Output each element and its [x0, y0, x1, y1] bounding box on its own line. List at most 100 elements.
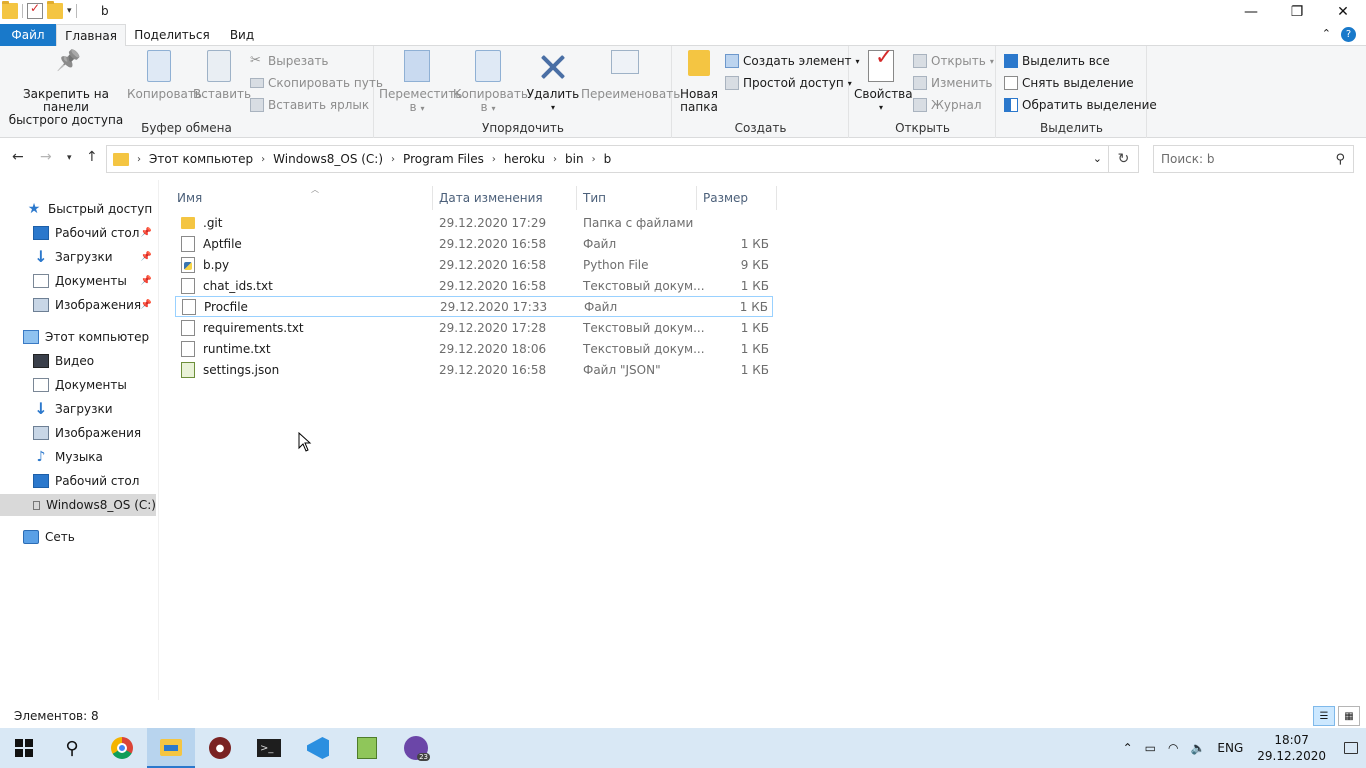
pin-quick-access-button[interactable]: Закрепить на панели быстрого доступа [4, 50, 128, 127]
pin-icon[interactable]: 📌 [141, 252, 152, 262]
file-row[interactable]: b.py 29.12.2020 16:58 Python File 9 КБ [175, 254, 773, 275]
sidebar-item-pc-downloads[interactable]: ↓ Загрузки [0, 398, 156, 420]
pin-icon[interactable]: 📌 [141, 228, 152, 238]
select-all-button[interactable]: Выделить все [1004, 51, 1110, 71]
file-row[interactable]: chat_ids.txt 29.12.2020 16:58 Текстовый до… [175, 275, 773, 296]
battery-icon[interactable]: ▭ [1145, 741, 1156, 755]
column-header-name[interactable]: ︿ Имя [171, 185, 433, 210]
refresh-button[interactable]: ↻ [1109, 145, 1139, 173]
minimize-button[interactable]: — [1228, 0, 1274, 24]
sidebar-item-this-pc[interactable]: Этот компьютер [0, 326, 156, 348]
cut-button[interactable]: ✂ Вырезать [250, 51, 329, 71]
maximize-button[interactable]: ❐ [1274, 0, 1320, 24]
pin-icon[interactable]: 📌 [141, 276, 152, 286]
sidebar-item-videos[interactable]: Видео [0, 350, 156, 372]
customize-qat-icon[interactable]: ▾ [67, 6, 72, 16]
tab-home[interactable]: Главная [56, 24, 126, 47]
file-row[interactable]: settings.json 29.12.2020 16:58 Файл "JSON"… [175, 359, 773, 380]
breadcrumb-b[interactable]: b [604, 152, 612, 166]
sidebar-item-music[interactable]: ♪ Музыка [0, 446, 156, 468]
chevron-up-icon[interactable]: ⌃ [1322, 27, 1331, 42]
breadcrumb-this-pc[interactable]: Этот компьютер [149, 152, 253, 166]
chevron-right-icon[interactable]: › [592, 154, 596, 165]
taskbar-vscode[interactable] [294, 728, 342, 768]
properties-icon[interactable] [27, 1, 43, 19]
easy-access-button[interactable]: Простой доступ ▾ [725, 73, 852, 93]
sidebar-item-documents[interactable]: Документы 📌 [0, 270, 156, 292]
search-icon[interactable]: ⚲ [1335, 152, 1345, 167]
sidebar-item-drive-c[interactable]: Windows8_OS (C:) [0, 494, 156, 516]
sidebar-item-quick-access[interactable]: ★ Быстрый доступ [0, 198, 156, 220]
tab-file[interactable]: Файл [0, 24, 56, 46]
taskbar-app-purple[interactable] [392, 728, 440, 768]
taskbar-chrome[interactable] [98, 728, 146, 768]
column-header-type[interactable]: Тип [577, 186, 697, 210]
file-row[interactable]: .git 29.12.2020 17:29 Папка с файлами [175, 212, 773, 233]
breadcrumb-program-files[interactable]: Program Files [403, 152, 484, 166]
language-indicator[interactable]: ENG [1217, 741, 1243, 755]
volume-icon[interactable]: 🔈 [1190, 741, 1205, 755]
details-view-button[interactable]: ☰ [1313, 706, 1335, 726]
paste-button[interactable]: Вставить [193, 50, 251, 101]
new-folder-icon[interactable] [47, 1, 63, 19]
file-row[interactable]: requirements.txt 29.12.2020 17:28 Текстовы… [175, 317, 773, 338]
open-button[interactable]: Открыть ▾ [913, 51, 994, 71]
taskbar-notepad[interactable] [343, 728, 391, 768]
chevron-right-icon[interactable]: › [261, 154, 265, 165]
breadcrumb-drive[interactable]: Windows8_OS (C:) [273, 152, 383, 166]
address-bar[interactable]: › Этот компьютер › Windows8_OS (C:) › Pr… [106, 145, 1109, 173]
breadcrumb-heroku[interactable]: heroku [504, 152, 545, 166]
invert-selection-button[interactable]: Обратить выделение [1004, 95, 1157, 115]
new-folder-button[interactable]: Новая папка [679, 50, 719, 114]
history-button[interactable]: Журнал [913, 95, 982, 115]
sidebar-item-pictures[interactable]: Изображения 📌 [0, 294, 156, 316]
copy-button[interactable]: Копировать [127, 50, 202, 101]
tab-share[interactable]: Поделиться [130, 24, 214, 46]
properties-button[interactable]: Свойства ▾ [854, 50, 913, 114]
chevron-right-icon[interactable]: › [553, 154, 557, 165]
taskbar-terminal[interactable]: >_ [245, 728, 293, 768]
large-icons-view-button[interactable]: ▦ [1338, 706, 1360, 726]
edit-button[interactable]: Изменить [913, 73, 993, 93]
sidebar-item-pc-desktop[interactable]: Рабочий стол [0, 470, 156, 492]
wifi-icon[interactable]: ◠ [1168, 741, 1178, 755]
rename-button[interactable]: Переименовать [581, 50, 680, 101]
back-arrow-icon[interactable]: ← [12, 149, 24, 165]
chevron-right-icon[interactable]: › [492, 154, 496, 165]
select-none-button[interactable]: Снять выделение [1004, 73, 1134, 93]
column-header-date[interactable]: Дата изменения [433, 186, 577, 210]
new-item-button[interactable]: Создать элемент ▾ [725, 51, 860, 71]
forward-arrow-icon[interactable]: → [40, 149, 52, 165]
chevron-right-icon[interactable]: › [391, 154, 395, 165]
tab-view[interactable]: Вид [220, 24, 264, 46]
recent-locations-icon[interactable]: ▾ [67, 153, 72, 163]
sidebar-item-pc-pictures[interactable]: Изображения [0, 422, 156, 444]
clock[interactable]: 18:07 29.12.2020 [1257, 732, 1326, 764]
copy-to-button[interactable]: Копировать в ▾ [453, 50, 528, 115]
file-row[interactable]: runtime.txt 29.12.2020 18:06 Текстовый док… [175, 338, 773, 359]
pin-icon[interactable]: 📌 [141, 300, 152, 310]
close-button[interactable]: ✕ [1320, 0, 1366, 24]
up-arrow-icon[interactable]: ↑ [86, 149, 98, 165]
sidebar-item-pc-documents[interactable]: Документы [0, 374, 156, 396]
start-button[interactable] [0, 728, 48, 768]
paste-shortcut-button[interactable]: Вставить ярлык [250, 95, 369, 115]
column-header-size[interactable]: Размер [697, 186, 777, 210]
sidebar-item-desktop[interactable]: Рабочий стол 📌 [0, 222, 156, 244]
notifications-button[interactable] [1336, 728, 1366, 768]
taskbar-app-red[interactable]: ● [196, 728, 244, 768]
taskbar-search-button[interactable]: ⚲ [48, 728, 96, 768]
search-input[interactable]: Поиск: b ⚲ [1153, 145, 1354, 173]
move-to-button[interactable]: Переместить в ▾ [379, 50, 462, 115]
file-row[interactable]: Procfile 29.12.2020 17:33 Файл 1 КБ [175, 296, 773, 317]
copy-path-button[interactable]: Скопировать путь [250, 73, 383, 93]
help-icon[interactable]: ? [1341, 27, 1356, 42]
file-row[interactable]: Aptfile 29.12.2020 16:58 Файл 1 КБ [175, 233, 773, 254]
taskbar-file-explorer[interactable] [147, 728, 195, 768]
sidebar-item-network[interactable]: Сеть [0, 526, 156, 548]
chevron-up-icon[interactable]: ⌃ [1123, 741, 1133, 755]
breadcrumb-bin[interactable]: bin [565, 152, 584, 166]
sidebar-item-downloads[interactable]: ↓ Загрузки 📌 [0, 246, 156, 268]
chevron-down-icon[interactable]: ⌄ [1093, 152, 1102, 165]
delete-button[interactable]: Удалить ▾ [525, 50, 581, 114]
